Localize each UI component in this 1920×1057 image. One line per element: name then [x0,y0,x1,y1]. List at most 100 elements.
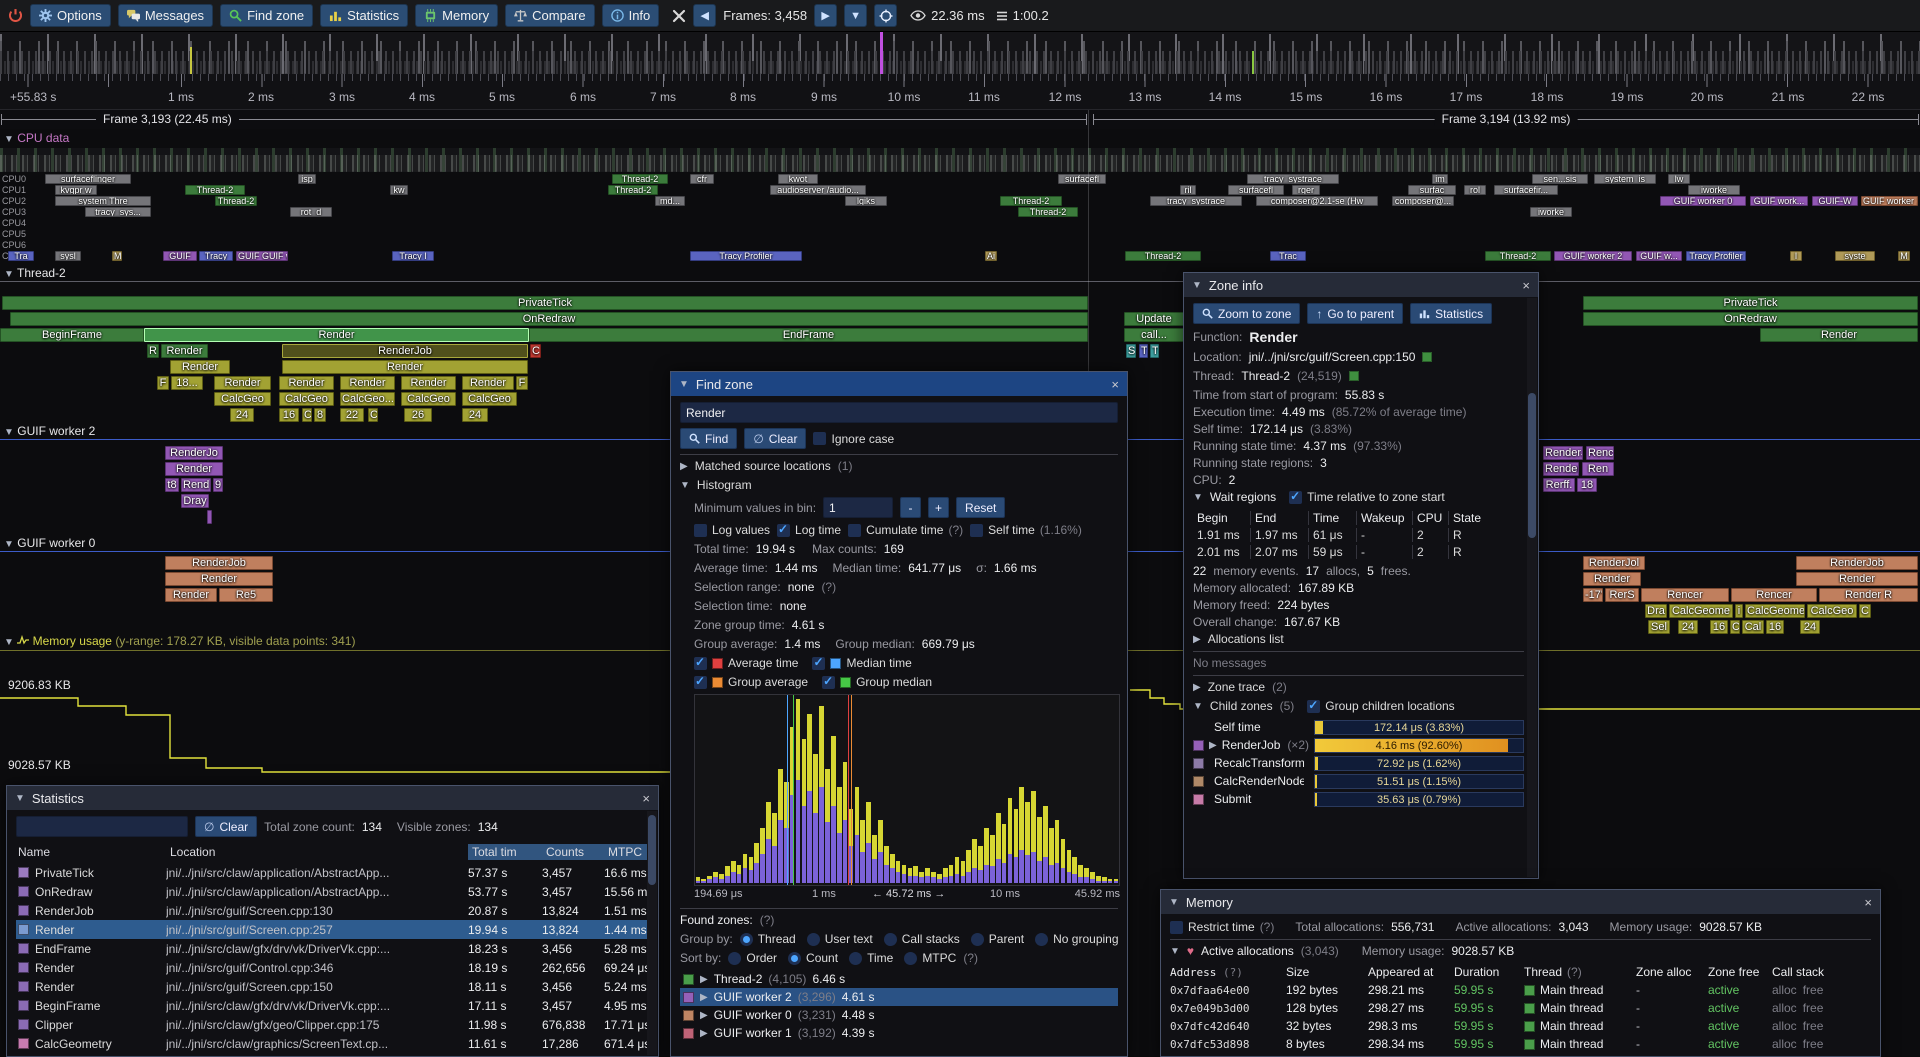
allocation-row[interactable]: 0x7dfc42d640 32 bytes 298.3 ms 59.95 s M… [1170,1017,1871,1035]
timeline-zone[interactable]: isp [298,174,316,184]
timeline-zone[interactable]: C [368,408,378,422]
column-zone-alloc[interactable]: Zone alloc [1636,965,1708,979]
timeline-zone[interactable]: GUIF GUIF wor [236,251,288,261]
log-time-checkbox[interactable]: Log time [777,523,841,537]
timeline-zone[interactable]: rot_d [290,207,332,217]
matched-source-locations[interactable]: ▶Matched source locations(1) [680,459,1118,473]
messages-button[interactable]: Messages [118,4,213,27]
column-total-time[interactable]: Total tim [468,844,542,860]
timeline-zone[interactable]: iworke [1688,185,1740,195]
group-by-radio[interactable]: Thread [740,932,796,946]
timeline-zone[interactable]: Tracy Profiler [1686,251,1746,261]
wait-regions-section[interactable]: ▼Wait regions Time relative to zone star… [1193,490,1524,504]
timeline-zone[interactable]: 8 [314,408,326,422]
timeline-zone[interactable]: Render [165,588,217,602]
sort-by-radio[interactable]: Order [728,951,777,965]
timeline-zone[interactable]: surfacefir... [1494,185,1558,195]
close-icon[interactable]: × [1111,377,1119,392]
timeline-zone[interactable]: Tra [8,251,34,261]
timeline-zone[interactable]: syste [1835,251,1875,261]
allocation-row[interactable]: 0x7e049b3d00 128 bytes 298.27 ms 59.95 s… [1170,999,1871,1017]
legend-checkbox[interactable]: Group average [694,675,808,689]
free-callstack-link[interactable]: free [1803,983,1824,997]
timeline-zone[interactable]: rger [1292,185,1320,195]
clear-button[interactable]: ∅Clear [744,428,806,449]
timeline-zone[interactable]: F [516,376,528,390]
statistics-scrollbar[interactable] [647,811,657,1055]
power-icon[interactable] [8,8,23,23]
min-bin-increase-button[interactable]: + [928,497,949,518]
timeline-zone[interactable]: 22 [340,408,364,422]
relative-time-checkbox[interactable]: Time relative to zone start [1289,490,1445,504]
timeline-zone[interactable]: Rerff. [1543,478,1575,492]
log-values-checkbox[interactable]: Log values [694,523,770,537]
stats-row[interactable]: Render jni/../jni/src/guif/Screen.cpp:25… [16,920,649,939]
timeline-zone[interactable]: 18... [171,376,203,390]
column-location[interactable]: Location [166,844,468,860]
timeline-zone[interactable]: system Thre [55,196,151,206]
ignore-case-checkbox[interactable]: Ignore case [813,432,894,446]
timeline-zone[interactable]: composer@2.1-se (Hw [1256,196,1378,206]
sort-by-radio[interactable]: Time [849,951,893,965]
timeline-zone[interactable]: M [112,251,122,261]
column-duration[interactable]: Duration [1454,965,1524,979]
timeline-zone[interactable]: OnRedraw [1583,312,1918,326]
timeline-zone[interactable]: Render [170,360,230,374]
timeline-zone[interactable]: surfaceflinger [45,174,131,184]
timeline-zone[interactable]: Tracy Profiler [690,251,802,261]
zone-group-row[interactable]: ▶ GUIF worker 2 (3,296) 4.61 s [680,988,1118,1006]
timeline-zone[interactable]: F [157,376,169,390]
allocations-list[interactable]: ▶Allocations list [1193,632,1524,646]
timeline-zone[interactable]: 24 [230,408,254,422]
timeline-zone[interactable]: T [1139,344,1148,358]
timeline-zone[interactable]: tracy_systrace [1150,196,1242,206]
child-zones-section[interactable]: ▼Child zones(5) Group children locations [1193,699,1524,713]
timeline-zone[interactable]: C [302,408,312,422]
timeline-zone[interactable]: CalcGeomet [1745,604,1805,618]
wait-region-row[interactable]: 1.91 ms1.97 ms61 μs-2R [1193,526,1524,543]
timeline-zone[interactable]: kwot [778,174,818,184]
timeline-zone[interactable]: GUIF worker 2 [1554,251,1632,261]
timeline-zone[interactable]: Thread-2 [1125,251,1201,261]
timeline-zone[interactable]: i [1735,604,1743,618]
timeline-zone[interactable]: RenderJo [165,446,223,460]
timeline-zone[interactable]: RenderJ [1543,446,1583,460]
source-location[interactable]: jni/../jni/src/guif/Screen.cpp:150 [1249,350,1416,364]
timeline-zone[interactable]: Update [1124,312,1184,326]
stats-row[interactable]: Clipper jni/../jni/src/claw/gfx/geo/Clip… [16,1015,649,1034]
timeline-zone[interactable]: RerS [1605,588,1639,602]
column-address[interactable]: Address [1170,966,1216,979]
find-zone-titlebar[interactable]: ▼Find zone× [671,372,1127,396]
group-children-checkbox[interactable]: Group children locations [1307,699,1454,713]
timeline-zone[interactable]: Dray [181,494,209,508]
histogram-plot[interactable] [694,694,1120,886]
zone-group-row[interactable]: ▶ Thread-2 (4,105) 6.46 s [680,970,1118,988]
timeline-zone[interactable]: R [147,344,159,358]
child-zone-row[interactable]: Self time 172.14 μs (3.83%) [1193,718,1524,736]
close-icon[interactable]: × [642,791,650,806]
alloc-callstack-link[interactable]: alloc [1772,1001,1797,1015]
timeline-zone[interactable]: 16 [1710,620,1728,634]
zone-group-row[interactable]: ▶ GUIF worker 0 (3,231) 4.48 s [680,1006,1118,1024]
timeline-zone[interactable]: 24 [1800,620,1820,634]
timeline-zone[interactable]: t8 [165,478,179,492]
timeline-zone[interactable]: 16 [279,408,299,422]
timeline-zone[interactable]: Trac [1270,251,1306,261]
timeline-zone[interactable]: Rencer [1641,588,1729,602]
memory-button[interactable]: Memory [415,4,498,27]
timeline-zone[interactable]: Re5 [219,588,273,602]
timeline-zone[interactable]: Thread-2 [612,174,668,184]
timeline-zone[interactable]: 9 [213,478,223,492]
histogram-section[interactable]: ▼Histogram [680,478,1118,492]
active-allocations-section[interactable]: ▼♥ Active allocations(3,043) Memory usag… [1170,944,1871,958]
timeline-zone[interactable]: Render R [1819,588,1918,602]
timeline-zone[interactable]: tracy_systrace [1247,174,1339,184]
timeline-zone[interactable]: call... [1124,328,1184,342]
frames-row[interactable]: Frame 3,193 (22.45 ms) Frame 3,194 (13.9… [0,110,1920,129]
timeline-zone[interactable]: S [1126,344,1136,358]
statistics-button[interactable]: Statistics [320,4,408,27]
alloc-callstack-link[interactable]: alloc [1772,983,1797,997]
statistics-button[interactable]: Statistics [1410,303,1492,324]
timeline-zone[interactable]: surfac [1408,185,1456,195]
cpu-data-header[interactable]: ▼ CPU data [4,131,69,145]
